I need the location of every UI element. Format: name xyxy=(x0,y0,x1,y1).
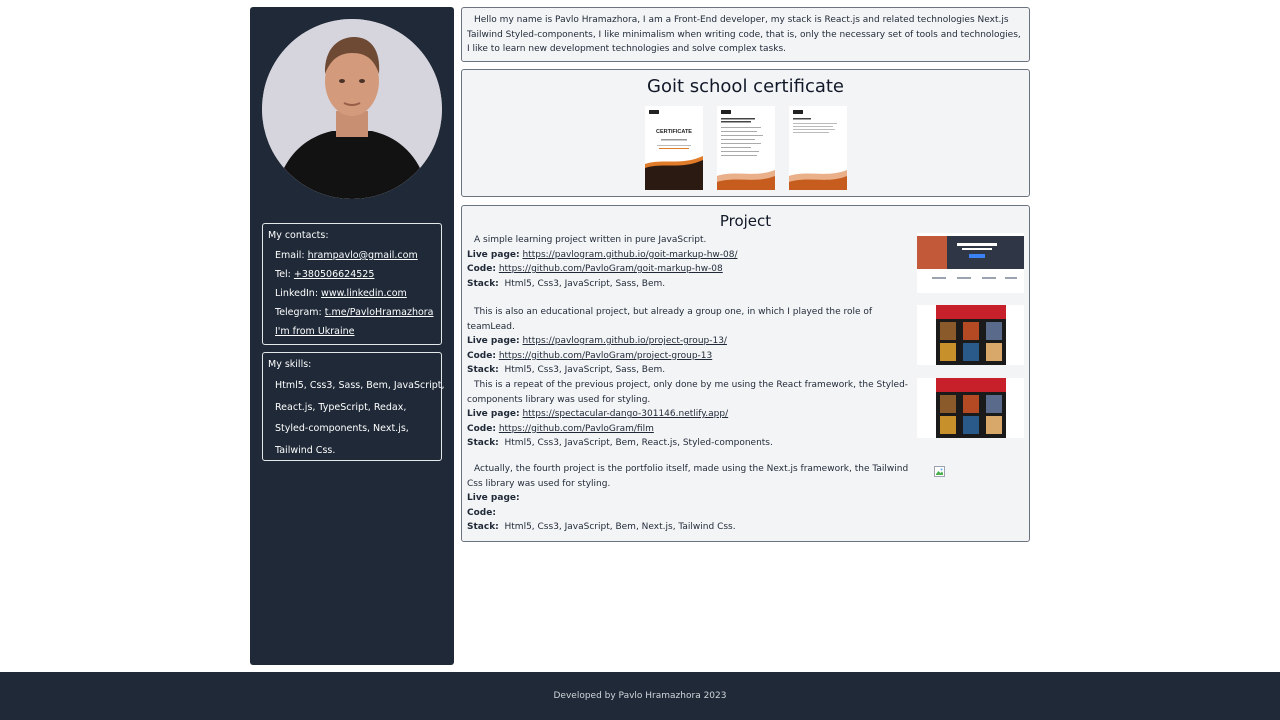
project-code-row: Code: https://github.com/PavloGram/film xyxy=(467,422,912,437)
email-label: Email: xyxy=(275,250,305,261)
project-stack-row: Stack: Html5, Css3, JavaScript, Sass, Be… xyxy=(467,277,912,292)
project-stack-row: Stack: Html5, Css3, JavaScript, Bem, Rea… xyxy=(467,436,912,451)
email-link[interactable]: hrampavlo@gmail.com xyxy=(308,250,418,261)
sidebar: My contacts: Email: hrampavlo@gmail.com … xyxy=(250,7,454,665)
contact-tel: Tel: +380506624525 xyxy=(268,265,436,284)
project-item: This is a repeat of the previous project… xyxy=(467,378,912,451)
project-stack: Html5, Css3, JavaScript, Bem, React.js, … xyxy=(504,438,773,448)
project-thumbnail[interactable] xyxy=(917,233,1024,293)
project-code-row: Code: https://github.com/PavloGram/proje… xyxy=(467,349,912,364)
code-label: Code: xyxy=(467,507,496,518)
project-item: A simple learning project written in pur… xyxy=(467,233,912,291)
project-description: Actually, the fourth project is the port… xyxy=(467,464,909,489)
project-stack: Html5, Css3, JavaScript, Bem, Next.js, T… xyxy=(504,522,736,532)
footer: Developed by Pavlo Hramazhora 2023 xyxy=(0,672,1280,720)
project-code-link[interactable]: https://github.com/PavloGram/film xyxy=(499,424,654,434)
broken-image-icon xyxy=(934,462,945,477)
project-description: A simple learning project written in pur… xyxy=(474,235,707,245)
live-label: Live page: xyxy=(467,409,520,419)
project-code-row: Code: https://github.com/PavloGram/goit-… xyxy=(467,262,912,277)
linkedin-link[interactable]: www.linkedin.com xyxy=(321,288,407,299)
project-code-row: Code: xyxy=(467,506,912,521)
code-label: Code: xyxy=(467,350,496,361)
project-live-link[interactable]: https://spectacular-dango-301146.netlify… xyxy=(522,409,728,419)
certificate-section: Goit school certificate CERTIFICATE xyxy=(461,69,1030,197)
project-live-row: Live page: https://pavlogram.github.io/p… xyxy=(467,334,912,349)
contacts-title: My contacts: xyxy=(268,230,329,241)
skills-panel: My skills: Html5, Css3, Sass, Bem, JavaS… xyxy=(262,352,445,461)
contacts-panel: My contacts: Email: hrampavlo@gmail.com … xyxy=(262,223,442,345)
project-item: This is also an educational project, but… xyxy=(467,305,912,378)
skills-line: Html5, Css3, Sass, Bem, JavaScript, xyxy=(275,380,445,391)
live-label: Live page: xyxy=(467,336,520,346)
skills-line: Tailwind Css. xyxy=(275,444,336,456)
project-live-row: Live page: https://pavlogram.github.io/g… xyxy=(467,248,912,263)
stack-label: Stack: xyxy=(467,278,499,289)
code-label: Code: xyxy=(467,264,496,274)
project-code-link[interactable]: https://github.com/PavloGram/goit-markup… xyxy=(499,264,723,274)
project-live-row: Live page: https://spectacular-dango-301… xyxy=(467,407,912,422)
certificate-image-1[interactable]: CERTIFICATE xyxy=(645,106,703,190)
certificate-title: Goit school certificate xyxy=(647,76,844,97)
stack-label: Stack: xyxy=(467,365,499,375)
projects-section: Project A simple learning project writte… xyxy=(461,205,1030,542)
stack-label: Stack: xyxy=(467,438,499,448)
code-label: Code: xyxy=(467,423,496,434)
project-live-link[interactable]: https://pavlogram.github.io/goit-markup-… xyxy=(522,250,737,260)
contact-linkedin: LinkedIn: www.linkedin.com xyxy=(268,284,436,303)
footer-text: Developed by Pavlo Hramazhora 2023 xyxy=(553,691,727,701)
tel-label: Tel: xyxy=(275,269,291,280)
project-thumbnail[interactable] xyxy=(917,305,1024,365)
contact-telegram: Telegram: t.me/PavloHramazhora xyxy=(268,303,436,322)
certificate-image-3[interactable] xyxy=(789,106,847,190)
certificate-gallery: CERTIFICATE xyxy=(645,106,855,190)
project-stack: Html5, Css3, JavaScript, Sass, Bem. xyxy=(504,365,666,375)
project-stack-row: Stack: Html5, Css3, JavaScript, Bem, Nex… xyxy=(467,520,912,535)
certificate-image-2[interactable] xyxy=(717,106,775,190)
ukraine-link[interactable]: I'm from Ukraine xyxy=(275,326,355,337)
contact-ukraine: I'm from Ukraine xyxy=(268,322,436,341)
certificate-heading: CERTIFICATE xyxy=(656,129,692,135)
project-thumbnail[interactable] xyxy=(917,378,1024,438)
project-description: This is a repeat of the previous project… xyxy=(467,380,909,405)
live-label: Live page: xyxy=(467,249,520,260)
project-code-link[interactable]: https://github.com/PavloGram/project-gro… xyxy=(499,351,712,361)
skills-line: React.js, TypeScript, Redax, xyxy=(275,401,407,413)
project-item: Actually, the fourth project is the port… xyxy=(467,462,912,535)
telegram-link[interactable]: t.me/PavloHramazhora xyxy=(325,307,434,318)
stack-label: Stack: xyxy=(467,522,499,532)
live-label: Live page: xyxy=(467,493,520,503)
project-stack: Html5, Css3, JavaScript, Sass, Bem. xyxy=(504,278,666,289)
linkedin-label: LinkedIn: xyxy=(275,288,319,299)
skills-line: Styled-components, Next.js, xyxy=(275,423,409,434)
tel-link[interactable]: +380506624525 xyxy=(294,269,375,280)
telegram-label: Telegram: xyxy=(275,307,322,318)
project-live-row: Live page: xyxy=(467,491,912,506)
intro-text: Hello my name is Pavlo Hramazhora, I am … xyxy=(467,15,1021,54)
project-stack-row: Stack: Html5, Css3, JavaScript, Sass, Be… xyxy=(467,363,912,378)
project-description: This is also an educational project, but… xyxy=(467,307,873,332)
intro-section: Hello my name is Pavlo Hramazhora, I am … xyxy=(461,7,1030,62)
contact-email: Email: hrampavlo@gmail.com xyxy=(268,246,436,265)
project-live-link[interactable]: https://pavlogram.github.io/project-grou… xyxy=(522,336,727,346)
portfolio-page: My contacts: Email: hrampavlo@gmail.com … xyxy=(0,0,1280,720)
avatar xyxy=(262,19,442,199)
skills-title: My skills: xyxy=(268,359,312,370)
projects-title: Project xyxy=(719,212,772,230)
